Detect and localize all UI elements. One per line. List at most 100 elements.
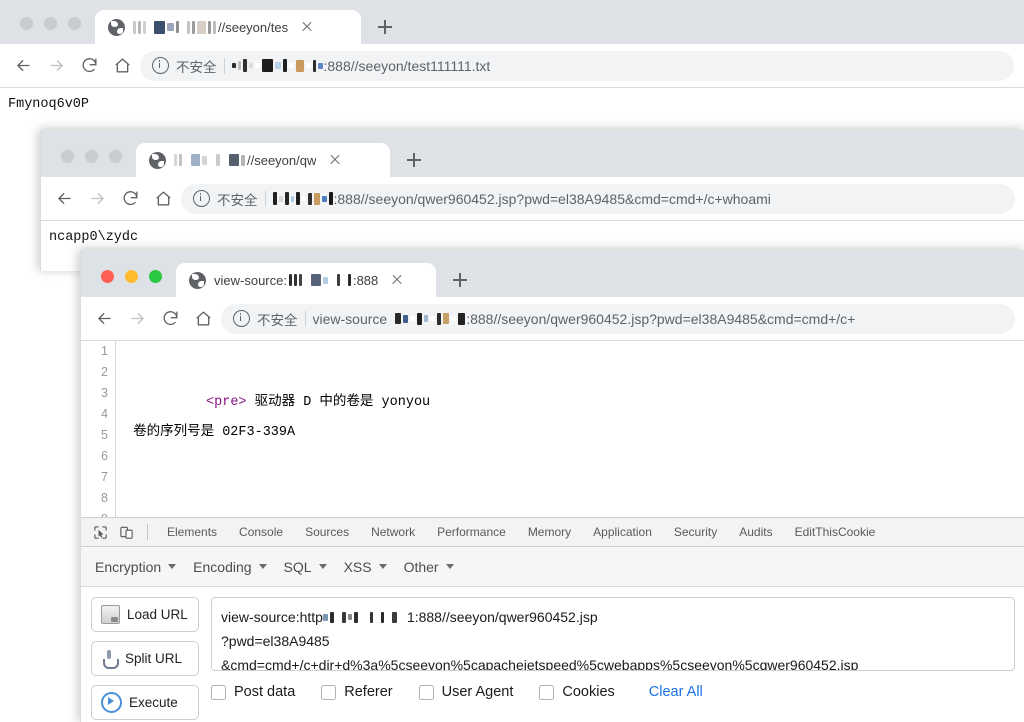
hackbar-menu-label: XSS [343,558,372,575]
info-circle-icon[interactable] [152,57,169,74]
hackbar-menu-sql[interactable]: SQL [284,559,344,575]
referer-checkbox[interactable]: Referer [321,684,393,700]
maximize-window-button[interactable] [68,17,81,30]
home-icon[interactable] [148,183,179,214]
redacted-host-block [288,274,351,286]
window-controls-2[interactable] [51,150,136,177]
devtools-tab-audits[interactable]: Audits [728,518,783,546]
view-source-content: 1 2 3 4 5 6 7 8 9 10 <pre> 驱动器 D 中的卷是 yo… [81,341,1024,517]
close-window-button[interactable] [20,17,33,30]
browser-window-1: //seeyon/tes 不安全:888//seeyon/test111111… [0,0,1024,140]
load-url-label: Load URL [127,607,188,622]
checkbox-box[interactable] [418,684,434,700]
split-url-button[interactable]: Split URL [91,641,199,676]
user-agent-checkbox[interactable]: User Agent [418,684,514,700]
address-bar-url-text-2: :888//seeyon/qwer960452.jsp?pwd=el38A948… [333,190,771,207]
hackbar-menu-label: Other [403,558,439,575]
browser-window-3: view-source: :888 不安全 view-source:888//… [80,250,1024,722]
back-arrow-icon[interactable] [89,303,120,334]
minimize-window-button[interactable] [85,150,98,163]
devtools-tab-sources[interactable]: Sources [294,518,360,546]
load-url-icon [101,605,120,624]
tab-1[interactable]: //seeyon/tes [95,10,361,44]
reload-icon[interactable] [155,303,186,334]
user-agent-label: User Agent [441,684,514,700]
tab-3[interactable]: view-source: :888 [176,263,436,297]
forward-arrow-icon[interactable] [82,183,113,214]
checkbox-box[interactable] [211,684,226,700]
devtools-tab-memory[interactable]: Memory [517,518,582,546]
line-number: 6 [101,449,108,463]
screen: //seeyon/tes 不安全:888//seeyon/test111111… [0,0,1024,722]
checkbox-box[interactable] [539,684,555,700]
hackbar-url-line-3: &cmd=cmd+/c+dir+d%3a %5cseeyon%5capacheje… [221,653,1005,671]
tab-2[interactable]: //seeyon/qw [136,143,390,177]
new-tab-plus-icon[interactable] [400,146,428,174]
forward-arrow-icon[interactable] [122,303,153,334]
chevron-down-icon [445,564,454,569]
hackbar-menu-xss[interactable]: XSS [344,559,404,575]
address-bar-1[interactable]: 不安全:888//seeyon/test111111.txt [140,50,1014,81]
redacted-host-block [395,312,466,325]
line-number-gutter: 1 2 3 4 5 6 7 8 9 10 [81,341,116,517]
info-circle-icon[interactable] [233,310,250,327]
checkbox-box[interactable] [321,684,337,700]
devtools-tab-network[interactable]: Network [360,518,426,546]
devtools-tab-console[interactable]: Console [228,518,294,546]
devtools-tab-application[interactable]: Application [582,518,663,546]
minimize-window-button[interactable] [44,17,57,30]
toolbar-divider [147,524,148,540]
close-icon[interactable] [298,18,316,36]
security-label-1: 不安全 [176,59,217,75]
page-text-2: ncapp0\zydc [49,230,139,245]
hackbar-menu-encoding[interactable]: Encoding [193,559,283,575]
hackbar-menu-encryption[interactable]: Encryption [95,559,193,575]
devtools-tab-editthiscookie[interactable]: EditThisCookie [784,518,887,546]
devtools-panel: Elements Console Sources Network Perform… [81,517,1024,720]
reload-icon[interactable] [74,50,105,81]
inspect-element-icon[interactable] [87,519,113,545]
minimize-window-button[interactable] [125,270,138,283]
tab-strip-2: //seeyon/qw [41,131,1024,177]
devtools-tab-security[interactable]: Security [663,518,728,546]
address-bar-url-text-1: :888//seeyon/test111111.txt [323,57,491,74]
back-arrow-icon[interactable] [49,183,80,214]
close-window-button[interactable] [101,270,114,283]
cookies-checkbox[interactable]: Cookies [539,684,615,700]
clear-all-link[interactable]: Clear All [649,684,703,700]
post-data-checkbox[interactable]: Post data [211,684,295,700]
page-text-1: Fmynoq6v0P [8,97,90,112]
execute-button[interactable]: Execute [91,685,199,720]
omnibox-divider [223,57,225,74]
hackbar-menu-other[interactable]: Other [404,559,471,575]
new-tab-plus-icon[interactable] [371,13,399,41]
address-bar-3[interactable]: 不安全 view-source:888//seeyon/qwer960452.… [221,303,1015,334]
device-toolbar-icon[interactable] [113,519,139,545]
load-url-button[interactable]: Load URL [91,597,199,632]
close-window-button[interactable] [61,150,74,163]
referer-label: Referer [344,684,393,700]
close-icon[interactable] [388,271,406,289]
redacted-host-block [322,611,407,623]
maximize-window-button[interactable] [109,150,122,163]
forward-arrow-icon[interactable] [41,50,72,81]
split-url-label: Split URL [125,651,183,666]
back-arrow-icon[interactable] [8,50,39,81]
window-controls-1[interactable] [10,17,95,44]
hackbar-url-path: %5cseeyon%5capachejetspeed%5cwebapps%5cs… [378,657,859,671]
home-icon[interactable] [188,303,219,334]
new-tab-plus-icon[interactable] [446,266,474,294]
reload-icon[interactable] [115,183,146,214]
info-circle-icon[interactable] [193,190,210,207]
devtools-tab-performance[interactable]: Performance [426,518,517,546]
home-icon[interactable] [107,50,138,81]
maximize-window-button[interactable] [149,270,162,283]
devtools-tab-elements[interactable]: Elements [156,518,228,546]
close-icon[interactable] [326,151,344,169]
hackbar-url-textarea[interactable]: view-source:http 1:888//seeyon/qwer96045… [211,597,1015,671]
source-code-lines[interactable]: <pre> 驱动器 D 中的卷是 yonyou 卷的序列号是 02F3-339A… [116,341,1024,517]
omnibox-divider [264,190,266,207]
tab-strip-3: view-source: :888 [81,251,1024,297]
window-controls-3[interactable] [91,270,176,297]
address-bar-2[interactable]: 不安全 :888//seeyon/qwer960452.jsp?pwd=el38… [181,183,1015,214]
